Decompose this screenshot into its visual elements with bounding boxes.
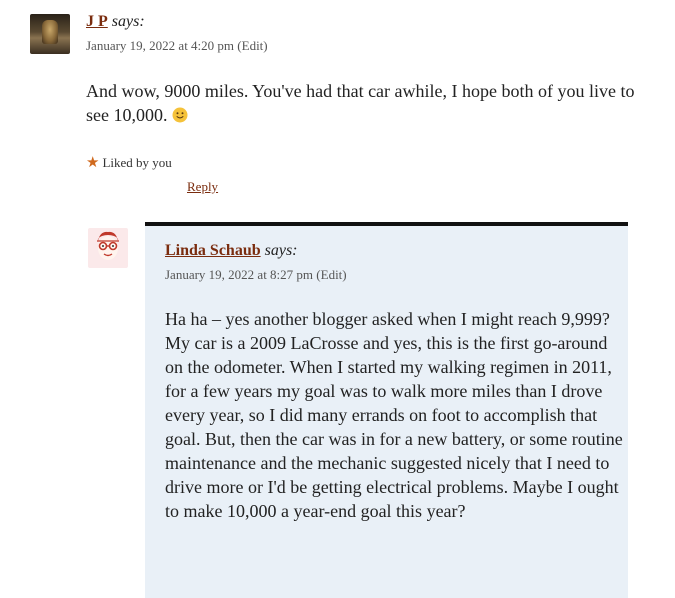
reply-button[interactable]: Reply xyxy=(187,179,218,194)
says-label: says: xyxy=(111,13,145,30)
comment-date-link[interactable]: January 19, 2022 at 4:20 pm xyxy=(86,38,234,53)
avatar-jp xyxy=(30,14,70,54)
comment-meta: January 19, 2022 at 4:20 pm (Edit) xyxy=(86,38,268,54)
says-label: says: xyxy=(264,242,298,259)
author-link-linda-schaub[interactable]: Linda Schaub xyxy=(165,242,261,259)
slightly-smiling-face-icon xyxy=(172,107,188,123)
reply-meta: January 19, 2022 at 8:27 pm (Edit) xyxy=(165,267,347,283)
comment-body: And wow, 9000 miles. You've had that car… xyxy=(86,79,636,127)
avatar-linda-schaub xyxy=(88,228,128,268)
reply-author-line: Linda Schaub says: xyxy=(165,241,298,261)
comment-author-line: J P says: xyxy=(86,12,145,32)
edit-link[interactable]: (Edit) xyxy=(237,38,267,53)
cartoon-face-icon xyxy=(97,231,119,260)
reply-body: Ha ha – yes another blogger asked when I… xyxy=(165,307,627,523)
liked-label: Liked by you xyxy=(102,155,172,170)
reply-text: Ha ha – yes another blogger asked when I… xyxy=(165,309,623,521)
edit-link[interactable]: (Edit) xyxy=(316,267,346,282)
lamp-image xyxy=(42,20,58,44)
like-status[interactable]: ★ Liked by you xyxy=(86,155,172,171)
reply-link-container: Reply xyxy=(187,178,218,196)
reply-date-link[interactable]: January 19, 2022 at 8:27 pm xyxy=(165,267,313,282)
star-icon: ★ xyxy=(86,155,100,171)
author-link-jp[interactable]: J P xyxy=(86,13,108,30)
comment-text: And wow, 9000 miles. You've had that car… xyxy=(86,81,635,125)
